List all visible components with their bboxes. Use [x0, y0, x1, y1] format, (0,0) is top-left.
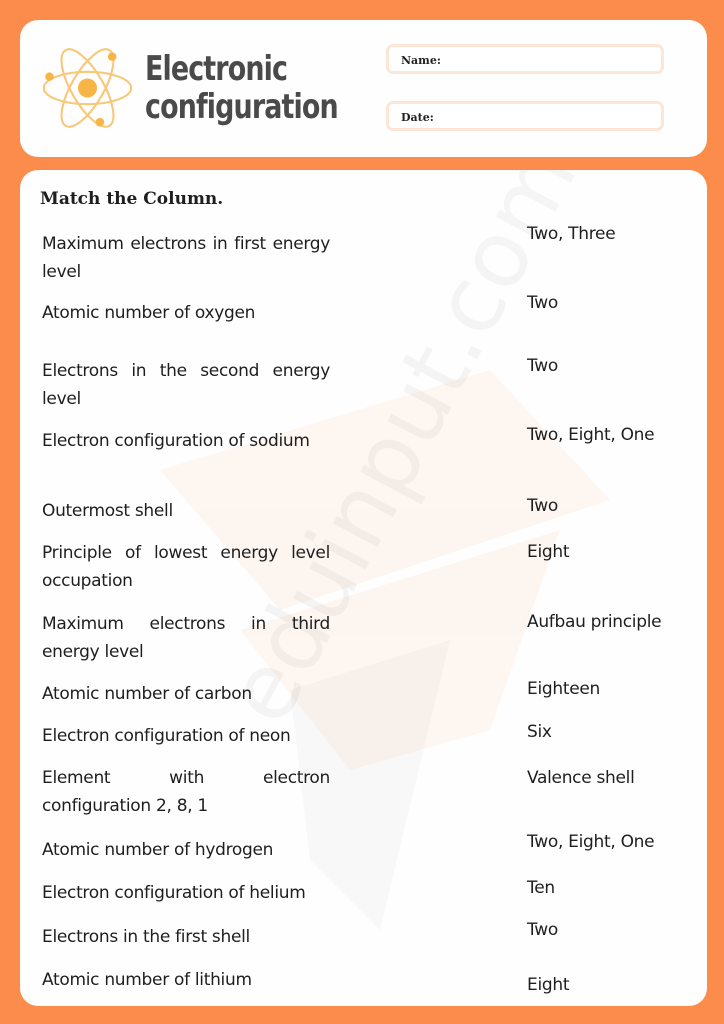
answer-item: Eight [527, 542, 570, 562]
name-label: Name: [401, 54, 441, 67]
answer-item: Eighteen [527, 679, 600, 699]
answer-item: Two [527, 356, 558, 376]
left-item: Electrons in the first shell [42, 927, 250, 947]
answer-item: Two, Eight, One [527, 425, 655, 445]
answer-item: Valence shell [527, 768, 635, 788]
left-item: Element with electron configuration 2, 8… [42, 768, 330, 816]
left-item: Maximum electrons in third energy level [42, 614, 330, 662]
answer-item: Two [527, 920, 558, 940]
answer-item: Eight [527, 975, 570, 995]
left-item: Atomic number of hydrogen [42, 840, 274, 860]
left-item: Atomic number of carbon [42, 684, 252, 704]
left-item: Maximum electrons in first energy level [42, 234, 330, 282]
left-item: Atomic number of oxygen [42, 303, 256, 323]
date-label: Date: [401, 111, 434, 124]
worksheet-title: Electronic configuration [145, 49, 339, 127]
name-field[interactable]: Name: [386, 44, 664, 74]
atom-icon [42, 48, 133, 128]
answer-item: Six [527, 722, 552, 742]
answer-item: Two [527, 496, 558, 516]
left-item: Electrons in the second energy level [42, 361, 330, 409]
title-line-2: configuration [145, 87, 339, 127]
header-card: Electronic configuration Name: Date: [20, 20, 707, 157]
date-field[interactable]: Date: [386, 101, 664, 131]
left-item: Principle of lowest energy level occupat… [42, 543, 330, 591]
left-item: Electron configuration of sodium [42, 431, 310, 451]
worksheet-card: eduinput.com Match the Column. Maximum e… [20, 170, 707, 1006]
section-title: Match the Column. [40, 189, 224, 209]
title-line-1: Electronic [145, 49, 288, 89]
answer-item: Two, Eight, One [527, 832, 655, 852]
left-item: Outermost shell [42, 501, 173, 521]
answer-item: Aufbau principle [527, 612, 662, 632]
left-item: Atomic number of lithium [42, 970, 252, 990]
answer-item: Ten [527, 878, 555, 898]
answer-item: Two [527, 293, 558, 313]
answer-item: Two, Three [527, 224, 616, 244]
left-item: Electron configuration of helium [42, 883, 306, 903]
left-item: Electron configuration of neon [42, 726, 291, 746]
